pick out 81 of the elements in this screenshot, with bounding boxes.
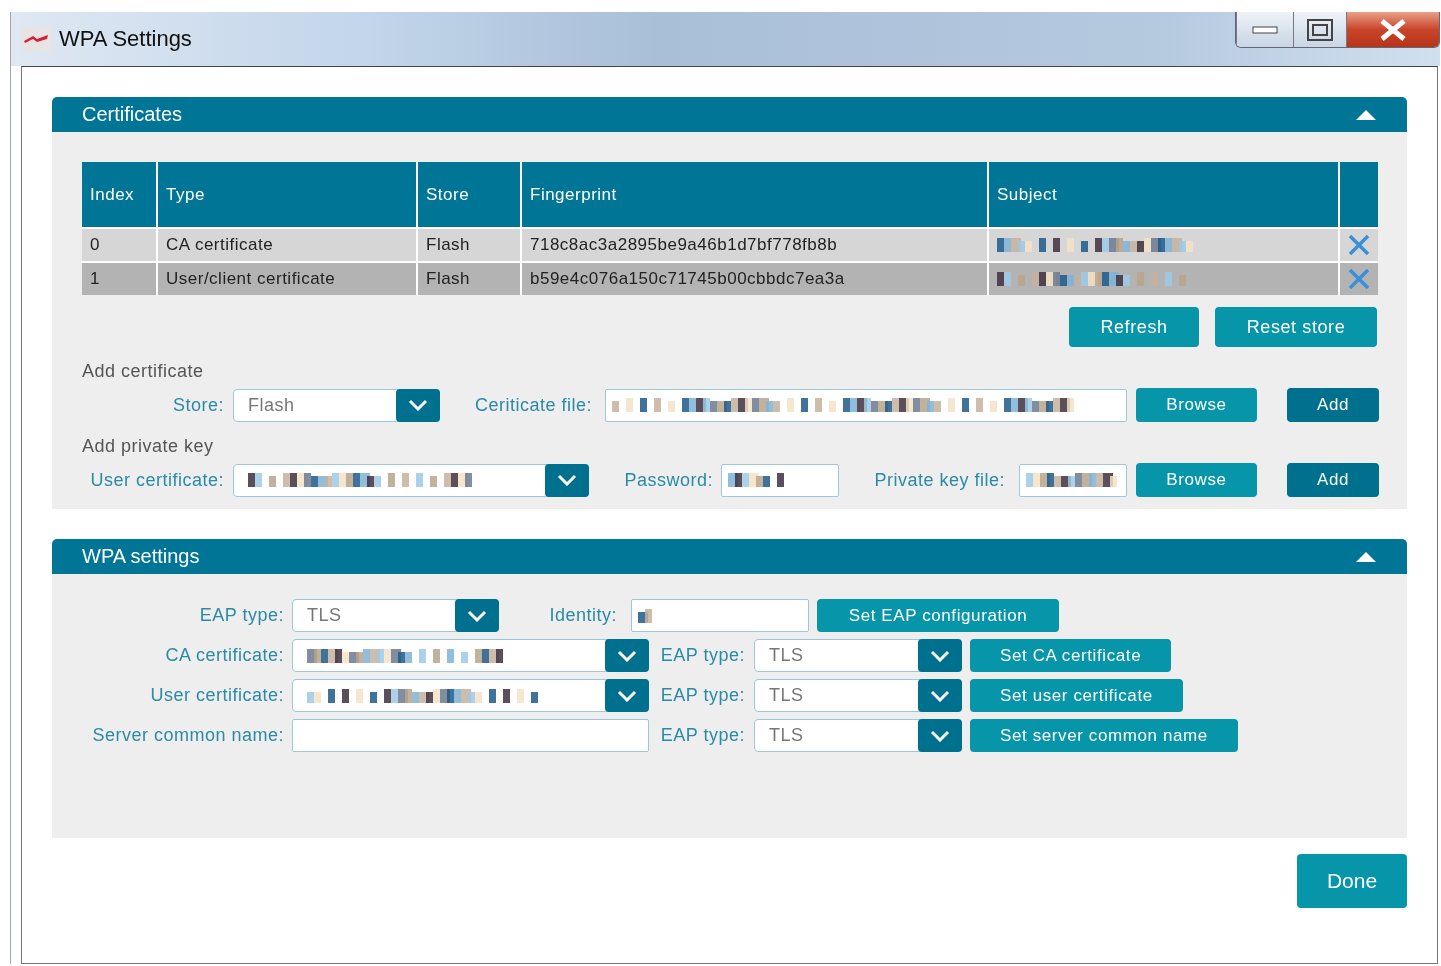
- group-heading: Add private key: [82, 436, 214, 457]
- table-cell: CA certificate: [158, 227, 418, 261]
- field-label: Server common name:: [91, 725, 284, 746]
- done-button[interactable]: Done: [1297, 854, 1407, 908]
- eap-type-dropdown[interactable]: TLS: [292, 599, 499, 632]
- set-button[interactable]: Set CA certificate: [970, 639, 1172, 672]
- field-label: EAP type:: [659, 725, 745, 746]
- column-header: Fingerprint: [522, 162, 989, 227]
- server-name-field[interactable]: [292, 719, 649, 752]
- chevron-down-icon: [930, 689, 950, 702]
- dropdown-value: TLS: [769, 685, 804, 706]
- pixelated-text-drawing: [728, 473, 784, 487]
- eap-type-dropdown[interactable]: TLS: [754, 719, 962, 752]
- browse-button[interactable]: Browse: [1136, 388, 1257, 422]
- field-label: Password:: [623, 469, 713, 491]
- column-header: Type: [158, 162, 418, 227]
- chevron-down-icon: [617, 689, 637, 702]
- certificate-dropdown[interactable]: [292, 679, 649, 712]
- dropdown-value: TLS: [307, 605, 342, 626]
- set-button[interactable]: Set user certificate: [970, 679, 1183, 712]
- field-label: Identity:: [548, 605, 617, 626]
- dropdown-value: TLS: [769, 725, 804, 746]
- field-label: User certificate:: [89, 469, 224, 491]
- file-path-field[interactable]: [605, 388, 1127, 422]
- chevron-down-icon: [557, 474, 577, 486]
- table-cell: User/client certificate: [158, 261, 418, 295]
- add-button[interactable]: Add: [1287, 388, 1379, 422]
- field-label: EAP type:: [659, 645, 745, 666]
- app-logo-icon: [21, 27, 51, 51]
- eap-type-dropdown[interactable]: TLS: [754, 639, 962, 672]
- chevron-down-icon: [930, 729, 950, 742]
- set-eap-button[interactable]: Set EAP configuration: [817, 599, 1059, 632]
- chevron-down-icon: [467, 609, 487, 622]
- store-dropdown[interactable]: Flash: [233, 388, 440, 422]
- column-header: Index: [82, 162, 158, 227]
- table-cell: Flash: [418, 227, 522, 261]
- section-title: WPA settings: [82, 545, 200, 568]
- section-header[interactable]: Certificates: [52, 97, 1407, 132]
- table-cell: Flash: [418, 261, 522, 295]
- section-title: Certificates: [82, 103, 183, 126]
- set-button[interactable]: Set server common name: [970, 719, 1238, 752]
- group-heading: Add certificate: [82, 361, 204, 382]
- chevron-down-icon: [930, 649, 950, 662]
- certificate-dropdown[interactable]: [292, 639, 649, 672]
- field-label: CA certificate:: [164, 645, 284, 666]
- add-button[interactable]: Add: [1287, 463, 1379, 497]
- field-label: Store:: [171, 394, 224, 416]
- field-label: EAP type:: [659, 685, 745, 706]
- user-certificate-dropdown[interactable]: [233, 463, 589, 497]
- password-field[interactable]: [721, 463, 839, 497]
- collapse-icon[interactable]: [1355, 108, 1377, 121]
- chevron-down-icon: [617, 649, 637, 662]
- section-header[interactable]: WPA settings: [52, 539, 1407, 574]
- maximize-icon: [1306, 17, 1334, 42]
- toolbar-button[interactable]: Reset store: [1215, 307, 1377, 347]
- field-label: User certificate:: [149, 685, 284, 706]
- file-path-field[interactable]: [1019, 463, 1127, 497]
- dropdown-value: TLS: [769, 645, 804, 666]
- field-label: EAP type:: [198, 605, 284, 626]
- toolbar-button[interactable]: Refresh: [1069, 307, 1199, 347]
- table-cell: 0: [82, 227, 158, 261]
- field-label: Private key file:: [873, 469, 1005, 491]
- table-cell: b59e4c076a150c71745b00cbbdc7ea3a: [522, 261, 989, 295]
- eap-type-dropdown[interactable]: TLS: [754, 679, 962, 712]
- close-button[interactable]: [1346, 12, 1439, 47]
- collapse-icon[interactable]: [1355, 550, 1377, 563]
- close-icon: [1379, 18, 1407, 41]
- minimize-icon: [1252, 25, 1278, 34]
- maximize-button[interactable]: [1293, 12, 1346, 47]
- identity-field[interactable]: [631, 599, 809, 632]
- column-header: Subject: [989, 162, 1340, 227]
- column-header: Store: [418, 162, 522, 227]
- table-cell: 1: [82, 261, 158, 295]
- browse-button[interactable]: Browse: [1136, 463, 1257, 497]
- table-cell: 718c8ac3a2895be9a46b1d7bf778fb8b: [522, 227, 989, 261]
- field-label: Ceriticate file:: [473, 394, 592, 416]
- pixelated-text-drawing: [638, 608, 652, 623]
- window-title: WPA Settings: [59, 26, 192, 52]
- dropdown-value: Flash: [248, 394, 295, 416]
- table-header-cell: [1340, 162, 1378, 227]
- chevron-down-icon: [408, 399, 428, 411]
